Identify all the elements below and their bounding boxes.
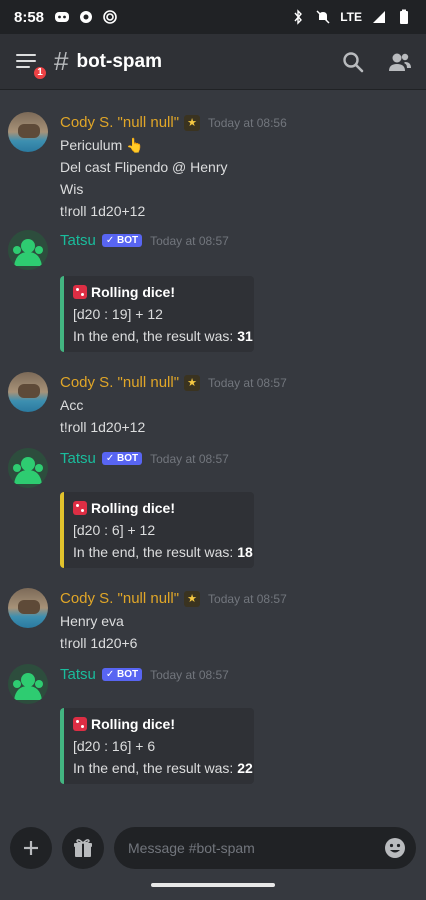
- embed-title: Rolling dice!: [91, 284, 175, 300]
- message-text: t!roll 1d20+12: [60, 419, 146, 435]
- avatar[interactable]: [8, 372, 48, 412]
- muted-bell-icon: [316, 10, 330, 24]
- status-bar: 8:58 LTE: [0, 0, 426, 34]
- roll-detail: [d20 : 19] + 12: [73, 306, 163, 322]
- composer-bar: [0, 820, 426, 876]
- dice-icon: [73, 285, 87, 299]
- avatar[interactable]: [8, 588, 48, 628]
- members-icon[interactable]: [388, 51, 412, 73]
- result-value: 31: [237, 328, 253, 344]
- message-list[interactable]: Cody S. "null null" ★ Today at 08:56 Per…: [0, 90, 426, 820]
- result-label: In the end, the result was:: [73, 760, 238, 776]
- timestamp: Today at 08:57: [150, 667, 229, 682]
- roll-detail: [d20 : 6] + 12: [73, 522, 156, 538]
- gift-icon: [74, 839, 92, 857]
- tatsu-avatar-icon: [13, 239, 43, 266]
- header-actions: [342, 51, 412, 73]
- battery-icon: [400, 9, 408, 24]
- message-text: Wis: [60, 181, 84, 197]
- notification-badge: 1: [32, 64, 48, 81]
- message-text: Acc: [60, 397, 84, 413]
- avatar[interactable]: [8, 230, 48, 270]
- bot-badge: ✓ BOT: [101, 452, 143, 465]
- embed-card: Rolling dice! [d20 : 6] + 12 In the end,…: [60, 492, 254, 568]
- status-notification-icons: [54, 9, 118, 25]
- author-name[interactable]: Cody S. "null null": [60, 374, 179, 391]
- search-icon[interactable]: [342, 51, 364, 73]
- result-label: In the end, the result was:: [73, 328, 238, 344]
- gift-button[interactable]: [62, 827, 104, 869]
- author-name[interactable]: Tatsu: [60, 450, 96, 467]
- menu-button[interactable]: 1: [14, 49, 48, 81]
- embed-title: Rolling dice!: [91, 500, 175, 516]
- roll-detail: [d20 : 16] + 6: [73, 738, 156, 754]
- timestamp: Today at 08:57: [150, 451, 229, 466]
- timestamp: Today at 08:56: [208, 115, 287, 130]
- avatar[interactable]: [8, 448, 48, 488]
- message-text: t!roll 1d20+6: [60, 635, 138, 651]
- timestamp: Today at 08:57: [208, 591, 287, 606]
- avatar[interactable]: [8, 112, 48, 152]
- embed-card: Rolling dice! [d20 : 16] + 6 In the end,…: [60, 708, 254, 784]
- server-emoji-icon: ★: [184, 590, 201, 607]
- result-value: 22: [237, 760, 253, 776]
- bot-badge: ✓ BOT: [101, 668, 143, 681]
- tatsu-avatar-icon: [13, 673, 43, 700]
- status-time: 8:58: [14, 8, 45, 26]
- emoji-picker-icon[interactable]: [384, 837, 406, 859]
- bot-badge: ✓ BOT: [101, 234, 143, 247]
- result-value: 18: [237, 544, 253, 560]
- channel-header: 1 # bot-spam: [0, 34, 426, 90]
- cellular-signal-icon: [373, 11, 385, 23]
- discord-icon: [55, 12, 70, 22]
- bluetooth-icon: [294, 9, 303, 25]
- author-name[interactable]: Cody S. "null null": [60, 114, 179, 131]
- network-type: LTE: [340, 10, 362, 24]
- tatsu-avatar-icon: [13, 457, 43, 484]
- message-input[interactable]: [114, 827, 416, 869]
- avatar[interactable]: [8, 664, 48, 704]
- channel-title[interactable]: bot-spam: [76, 51, 162, 73]
- message-text: Henry eva: [60, 613, 124, 629]
- gesture-home-indicator[interactable]: [151, 883, 275, 887]
- timestamp: Today at 08:57: [150, 233, 229, 248]
- status-system-icons: LTE: [290, 9, 412, 25]
- dice-icon: [73, 501, 87, 515]
- author-name[interactable]: Cody S. "null null": [60, 590, 179, 607]
- author-name[interactable]: Tatsu: [60, 232, 96, 249]
- server-emoji-icon: ★: [184, 114, 201, 131]
- channel-hash-icon: #: [54, 46, 69, 76]
- author-name[interactable]: Tatsu: [60, 666, 96, 683]
- message-text: Periculum 👆: [60, 137, 144, 153]
- message-text: t!roll 1d20+12: [60, 203, 146, 219]
- timestamp: Today at 08:57: [208, 375, 287, 390]
- embed-card: Rolling dice! [d20 : 19] + 12 In the end…: [60, 276, 254, 352]
- signal-ring-icon: [103, 10, 117, 24]
- plus-icon: [24, 841, 38, 855]
- gear-icon: [80, 11, 93, 23]
- message-text: Del cast Flipendo @ Henry: [60, 159, 228, 175]
- server-emoji-icon: ★: [184, 374, 201, 391]
- embed-title: Rolling dice!: [91, 716, 175, 732]
- result-label: In the end, the result was:: [73, 544, 238, 560]
- dice-icon: [73, 717, 87, 731]
- add-attachment-button[interactable]: [10, 827, 52, 869]
